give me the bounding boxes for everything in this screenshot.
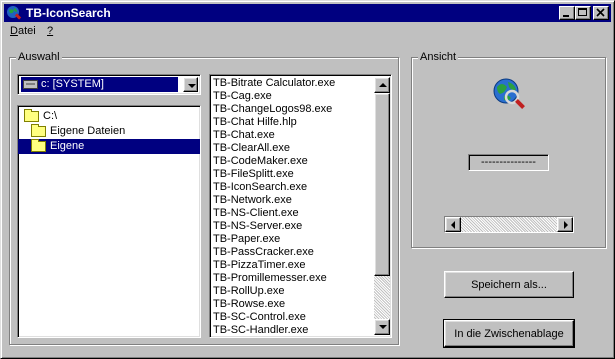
- file-list-item[interactable]: TB-ChangeLogos98.exe: [213, 103, 332, 116]
- minimize-button[interactable]: [559, 6, 575, 20]
- drive-dropdown-button[interactable]: [183, 77, 198, 92]
- slider-right-button[interactable]: [557, 217, 573, 232]
- arrow-right-icon: [564, 221, 568, 229]
- icon-preview: [490, 75, 527, 112]
- maximize-icon: [578, 8, 587, 16]
- file-list-item[interactable]: TB-SC-Handler.exe: [213, 324, 308, 337]
- tree-item-root[interactable]: C:\: [21, 109, 199, 124]
- arrow-up-icon: [379, 83, 387, 87]
- arrow-left-icon: [451, 221, 455, 229]
- minimize-icon: [563, 15, 569, 17]
- file-list-item[interactable]: TB-Rowse.exe: [213, 298, 285, 311]
- auswahl-label: Auswahl: [16, 51, 62, 63]
- file-list-item[interactable]: TB-PassCracker.exe: [213, 246, 314, 259]
- menu-help[interactable]: ?: [47, 25, 53, 37]
- slider-left-button[interactable]: [445, 217, 461, 232]
- file-list-item[interactable]: TB-PizzaTimer.exe: [213, 259, 306, 272]
- globe-magnifier-icon: [7, 6, 22, 20]
- file-list-item[interactable]: TB-Paper.exe: [213, 233, 280, 246]
- file-list-item[interactable]: TB-NS-Client.exe: [213, 207, 299, 220]
- file-list-item[interactable]: TB-Network.exe: [213, 194, 292, 207]
- file-list-item[interactable]: TB-Chat.exe: [213, 129, 275, 142]
- title-bar[interactable]: TB-IconSearch: [4, 4, 611, 22]
- file-list-item[interactable]: TB-RollUp.exe: [213, 285, 285, 298]
- window-title: TB-IconSearch: [26, 6, 111, 20]
- drive-icon: [23, 80, 38, 89]
- copy-to-clipboard-button[interactable]: In die Zwischenablage: [443, 319, 575, 348]
- file-list-item[interactable]: TB-Promillemesser.exe: [213, 272, 327, 285]
- file-list-item[interactable]: TB-CodeMaker.exe: [213, 155, 308, 168]
- scroll-down-button[interactable]: [374, 319, 390, 335]
- maximize-button[interactable]: [575, 6, 591, 20]
- save-as-button[interactable]: Speichern als...: [444, 271, 574, 298]
- file-list-item[interactable]: TB-ClearAll.exe: [213, 142, 290, 155]
- open-folder-icon: [31, 124, 46, 137]
- tree-item-eigene-dateien[interactable]: Eigene Dateien: [21, 124, 199, 139]
- close-icon: [596, 8, 605, 17]
- open-folder-icon: [31, 139, 46, 152]
- main-window: TB-IconSearch Datei ? Auswahl c: [SYSTEM…: [0, 0, 615, 359]
- arrow-down-icon: [379, 325, 387, 329]
- menu-bar: Datei ?: [4, 23, 611, 40]
- chevron-down-icon: [188, 84, 196, 88]
- ansicht-label: Ansicht: [418, 51, 459, 63]
- file-list-item[interactable]: TB-Chat Hilfe.hlp: [213, 116, 297, 129]
- icon-index-display: ---------------: [468, 154, 549, 171]
- file-list-item[interactable]: TB-SC-Control.exe: [213, 311, 306, 324]
- drive-combo[interactable]: c: [SYSTEM]: [17, 74, 201, 95]
- globe-magnifier-icon: [491, 76, 526, 111]
- file-list-scrollbar[interactable]: [374, 77, 390, 335]
- file-list[interactable]: TB-Bitrate Calculator.exe TB-Cag.exe TB-Ch…: [209, 74, 392, 338]
- file-list-item[interactable]: TB-NS-Server.exe: [213, 220, 302, 233]
- file-list-item[interactable]: TB-FileSplitt.exe: [213, 168, 294, 181]
- open-folder-icon: [24, 109, 39, 122]
- icon-slider[interactable]: [444, 216, 574, 233]
- scroll-up-button[interactable]: [374, 77, 390, 93]
- file-list-item[interactable]: TB-Cag.exe: [213, 90, 272, 103]
- close-button[interactable]: [593, 6, 609, 20]
- drive-combo-value: c: [SYSTEM]: [21, 77, 178, 92]
- folder-tree[interactable]: C:\ Eigene Dateien Eigene: [17, 105, 201, 338]
- scroll-thumb[interactable]: [374, 93, 390, 276]
- file-list-item[interactable]: TB-IconSearch.exe: [213, 181, 307, 194]
- tree-item-eigene[interactable]: Eigene: [18, 139, 200, 154]
- menu-datei[interactable]: Datei: [10, 25, 36, 37]
- file-list-item[interactable]: TB-Bitrate Calculator.exe: [213, 77, 335, 90]
